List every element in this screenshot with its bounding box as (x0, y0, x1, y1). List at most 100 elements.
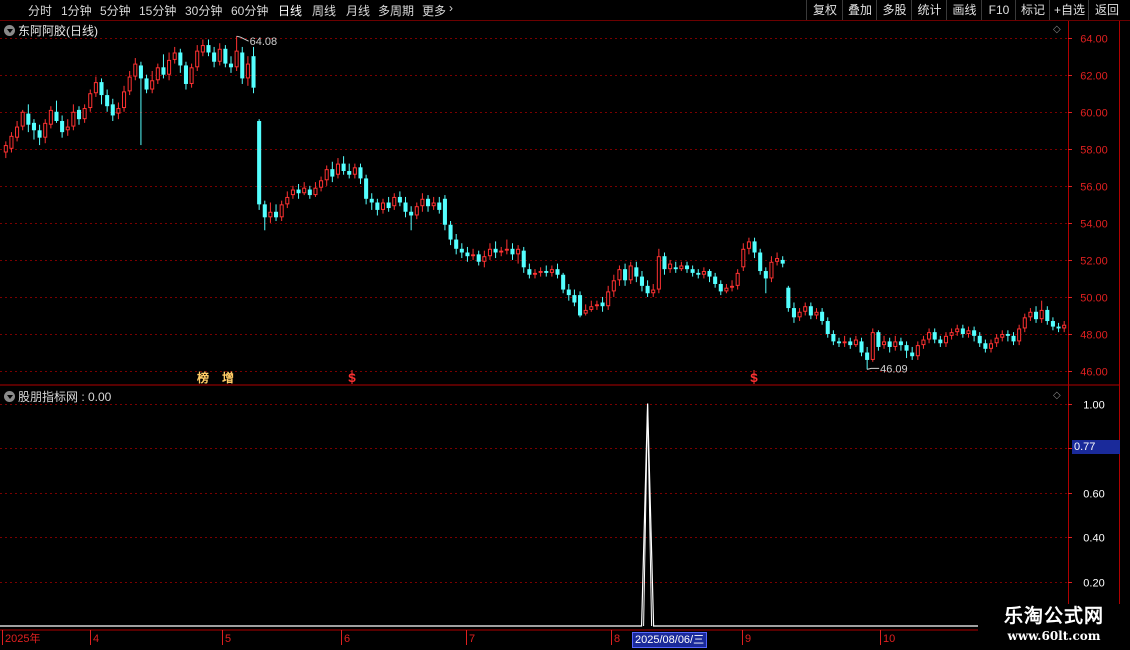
period-3[interactable]: 15分钟 (139, 2, 176, 19)
candle-body (1000, 333, 1005, 338)
candle-body (352, 167, 357, 175)
indicator-spike (643, 403, 653, 627)
candle-body (454, 239, 459, 249)
candle-body (769, 261, 774, 279)
candle-body (656, 256, 661, 290)
candle-body (1050, 321, 1055, 327)
candle-body (583, 309, 588, 314)
candle-body (775, 258, 780, 262)
period-7[interactable]: 周线 (312, 2, 336, 19)
candle-body (465, 252, 470, 257)
candle-body (414, 206, 419, 216)
candle-body (623, 269, 628, 281)
candle-body (561, 274, 566, 290)
diamond-icon[interactable]: ◇ (1053, 24, 1061, 35)
candle-body (853, 339, 858, 346)
candle-body (730, 285, 735, 288)
y-tick-label: 58.00 (1080, 145, 1108, 157)
candle-body (735, 272, 740, 286)
candle-body (31, 122, 36, 131)
candle-body (1056, 326, 1061, 329)
candle-body (679, 265, 684, 270)
candle-body (60, 121, 65, 133)
candle-body (167, 59, 172, 75)
candle-body (217, 48, 222, 62)
candle-body (1062, 324, 1067, 329)
period-10[interactable]: 更多 (422, 2, 446, 19)
y-tick-label: 60.00 (1080, 108, 1108, 120)
period-5[interactable]: 60分钟 (231, 2, 268, 19)
candle-body (358, 167, 363, 179)
candle-body (611, 280, 616, 292)
period-2[interactable]: 5分钟 (100, 2, 131, 19)
toolbar-btn-7[interactable]: +自选 (1049, 0, 1089, 20)
toolbar-btn-0[interactable]: 复权 (806, 0, 843, 20)
candle-body (26, 113, 31, 125)
collapse-icon[interactable] (4, 25, 15, 36)
candle-body (99, 82, 104, 96)
candle-body (808, 306, 813, 316)
candle-body (713, 276, 718, 284)
candle-body (212, 52, 217, 62)
candle-body (302, 187, 307, 194)
candle-body (696, 272, 701, 275)
toolbar-btn-6[interactable]: 标记 (1015, 0, 1050, 20)
candle-body (313, 187, 318, 196)
candle-body (673, 267, 678, 270)
candle-body (127, 76, 132, 92)
candle-body (972, 330, 977, 336)
candle-body (927, 332, 932, 340)
candle-body (476, 254, 481, 262)
cursor-value-label: 0.77 (1072, 440, 1120, 454)
ind-y-tick-label: 0.40 (1083, 533, 1104, 545)
candle-body (645, 285, 650, 294)
candle-body (966, 330, 971, 334)
toolbar-btn-2[interactable]: 多股 (876, 0, 912, 20)
candle-body (138, 65, 143, 79)
candle-body (572, 295, 577, 303)
event-marker: S (348, 371, 356, 385)
candle-body (93, 82, 98, 94)
period-0[interactable]: 分时 (28, 2, 52, 19)
candle-body (763, 271, 768, 279)
toolbar-btn-4[interactable]: 画线 (946, 0, 982, 20)
candle-body (195, 50, 200, 68)
candle-body (37, 130, 42, 138)
candle-body (741, 248, 746, 268)
candle-body (977, 335, 982, 344)
indicator-line (0, 403, 978, 627)
x-tick-label: 2025年 (5, 631, 40, 645)
candle-body (898, 341, 903, 346)
candle-body (319, 180, 324, 188)
candle-body (335, 163, 340, 175)
period-9[interactable]: 多周期 (378, 2, 414, 19)
toolbar-btn-3[interactable]: 统计 (911, 0, 947, 20)
kline-chart[interactable]: 46.00 48.00 50.00 52.00 54.00 56.00 58.00 60.00… (0, 0, 1130, 650)
high-price-label: 64.08 (250, 36, 278, 48)
candle-body (786, 287, 791, 309)
candle-body (1039, 309, 1044, 320)
toolbar-btn-1[interactable]: 叠加 (842, 0, 877, 20)
y-tick-label: 48.00 (1080, 330, 1108, 342)
ind-y-tick-label: 0.20 (1083, 578, 1104, 590)
candle-body (600, 302, 605, 307)
candle-body (904, 345, 909, 351)
period-6[interactable]: 日线 (278, 2, 302, 19)
candle-body (628, 265, 633, 281)
candle-body (718, 283, 723, 292)
candle-body (9, 135, 14, 149)
chevron-right-icon[interactable]: › (449, 1, 453, 15)
collapse-icon[interactable] (4, 391, 15, 402)
candle-body (988, 343, 994, 349)
x-tick-label: 9 (745, 633, 751, 645)
candle-body (510, 248, 515, 255)
period-1[interactable]: 1分钟 (61, 2, 92, 19)
candle-body (865, 352, 870, 360)
diamond-icon[interactable]: ◇ (1053, 390, 1061, 401)
period-8[interactable]: 月线 (346, 2, 370, 19)
toolbar-btn-8[interactable]: 返回 (1088, 0, 1125, 20)
low-pointer (867, 367, 880, 370)
period-4[interactable]: 30分钟 (185, 2, 222, 19)
toolbar-btn-5[interactable]: F10 (981, 0, 1016, 20)
candle-body (200, 45, 205, 53)
